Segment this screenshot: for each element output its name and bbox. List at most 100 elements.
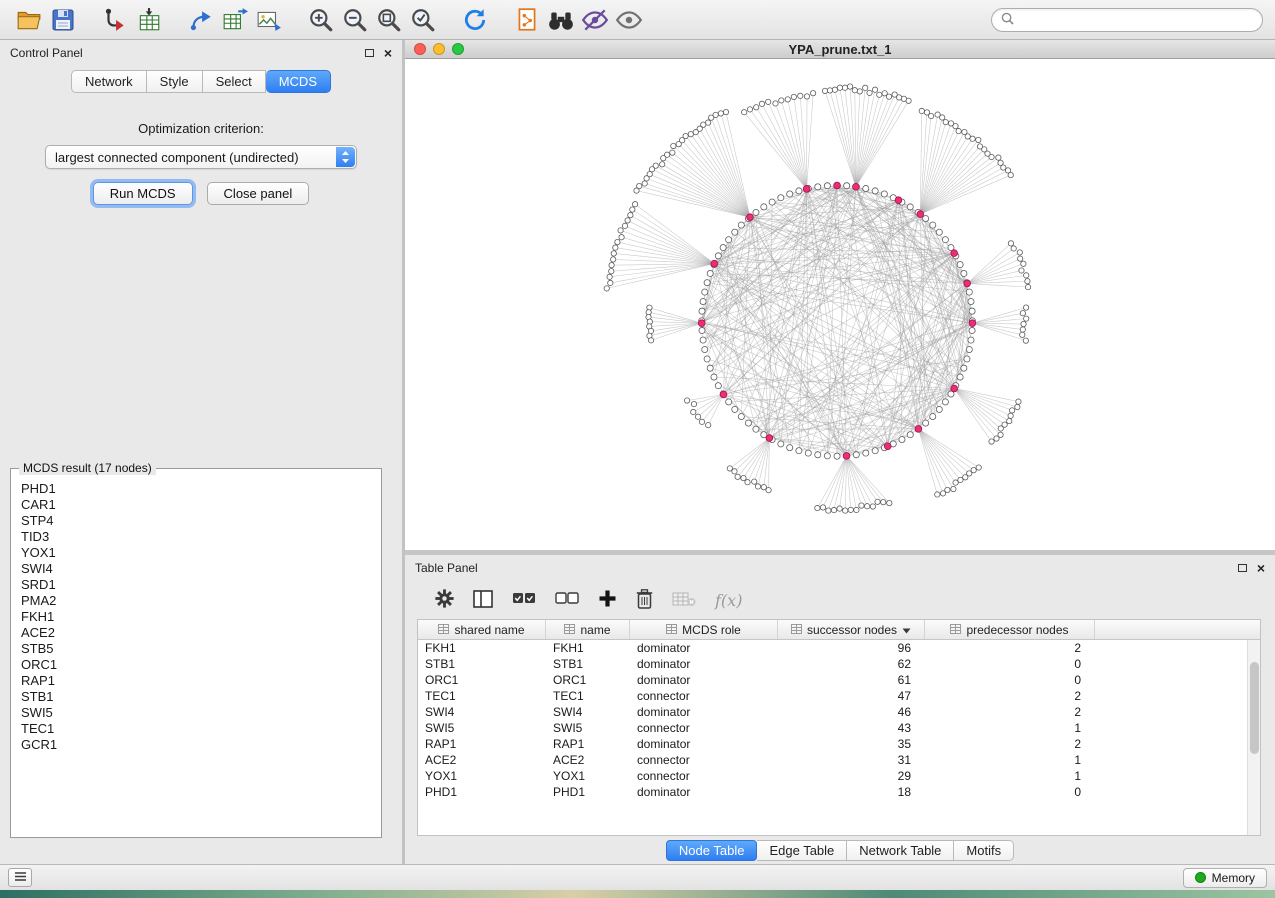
table-cell: connector bbox=[630, 769, 778, 783]
tab-network-table[interactable]: Network Table bbox=[847, 840, 954, 861]
mcds-result-item[interactable]: STB5 bbox=[21, 641, 377, 657]
scrollbar-thumb[interactable] bbox=[1250, 662, 1259, 754]
tab-motifs[interactable]: Motifs bbox=[954, 840, 1014, 861]
table-row[interactable]: PHD1PHD1dominator180 bbox=[418, 784, 1260, 800]
optimization-criterion-select[interactable]: largest connected component (undirected) bbox=[45, 145, 357, 169]
minimize-window-button[interactable] bbox=[433, 43, 445, 55]
column-header-MCDS-role[interactable]: MCDS role bbox=[630, 620, 778, 639]
show-panels-button[interactable] bbox=[8, 868, 32, 887]
float-table-panel-icon[interactable] bbox=[1238, 564, 1247, 572]
mcds-result-item[interactable]: GCR1 bbox=[21, 737, 377, 753]
mcds-result-item[interactable]: ACE2 bbox=[21, 625, 377, 641]
export-table-button[interactable] bbox=[218, 5, 252, 35]
table-row[interactable]: STB1STB1dominator620 bbox=[418, 656, 1260, 672]
show-all-button[interactable] bbox=[612, 5, 646, 35]
table-cell: dominator bbox=[630, 785, 778, 799]
selected-criterion-value: largest connected component (undirected) bbox=[55, 150, 299, 165]
function-builder-button[interactable]: f(x) bbox=[715, 591, 742, 610]
open-file-button[interactable] bbox=[12, 5, 46, 35]
mcds-result-item[interactable]: SRD1 bbox=[21, 577, 377, 593]
show-column-panel-button[interactable] bbox=[473, 590, 493, 611]
search-input[interactable] bbox=[1020, 13, 1253, 27]
create-column-button[interactable] bbox=[598, 589, 617, 611]
close-panel-icon[interactable]: × bbox=[384, 48, 392, 58]
hide-selected-button[interactable] bbox=[578, 5, 612, 35]
mcds-result-item[interactable]: FKH1 bbox=[21, 609, 377, 625]
memory-button[interactable]: Memory bbox=[1183, 868, 1267, 888]
export-image-button[interactable] bbox=[252, 5, 286, 35]
zoom-window-button[interactable] bbox=[452, 43, 464, 55]
table-row[interactable]: ORC1ORC1dominator610 bbox=[418, 672, 1260, 688]
select-all-rows-button[interactable] bbox=[512, 591, 536, 609]
tab-edge-table[interactable]: Edge Table bbox=[757, 840, 847, 861]
mcds-result-box: MCDS result (17 nodes) PHD1CAR1STP4TID3Y… bbox=[10, 468, 382, 838]
close-panel-button[interactable]: Close panel bbox=[207, 182, 310, 205]
tab-node-table[interactable]: Node Table bbox=[666, 840, 758, 861]
tab-style[interactable]: Style bbox=[147, 70, 203, 93]
table-row[interactable]: TEC1TEC1connector472 bbox=[418, 688, 1260, 704]
column-header-successor-nodes[interactable]: successor nodes bbox=[778, 620, 925, 639]
export-network-button[interactable] bbox=[184, 5, 218, 35]
network-canvas[interactable] bbox=[405, 59, 1275, 550]
mcds-result-item[interactable]: TID3 bbox=[21, 529, 377, 545]
table-cell: 47 bbox=[778, 689, 925, 703]
delete-table-button[interactable] bbox=[672, 591, 696, 610]
mcds-result-item[interactable]: STP4 bbox=[21, 513, 377, 529]
table-row[interactable]: SWI4SWI4dominator462 bbox=[418, 704, 1260, 720]
mcds-result-item[interactable]: SWI5 bbox=[21, 705, 377, 721]
column-header-name[interactable]: name bbox=[546, 620, 630, 639]
deselect-all-rows-button[interactable] bbox=[555, 591, 579, 609]
mcds-result-item[interactable]: STB1 bbox=[21, 689, 377, 705]
table-row[interactable]: ACE2ACE2connector311 bbox=[418, 752, 1260, 768]
mcds-result-item[interactable]: TEC1 bbox=[21, 721, 377, 737]
close-table-panel-icon[interactable]: × bbox=[1257, 563, 1265, 573]
network-graph[interactable] bbox=[405, 59, 1275, 550]
table-row[interactable]: SWI5SWI5connector431 bbox=[418, 720, 1260, 736]
eye-icon bbox=[615, 8, 643, 32]
mcds-result-item[interactable]: RAP1 bbox=[21, 673, 377, 689]
zoom-fit-icon bbox=[376, 7, 402, 33]
delete-column-button[interactable] bbox=[636, 589, 653, 612]
mcds-result-item[interactable]: ORC1 bbox=[21, 657, 377, 673]
close-window-button[interactable] bbox=[414, 43, 426, 55]
table-row[interactable]: FKH1FKH1dominator962 bbox=[418, 640, 1260, 656]
column-menu-icon bbox=[950, 623, 961, 637]
column-header-predecessor-nodes[interactable]: predecessor nodes bbox=[925, 620, 1095, 639]
refresh-layout-button[interactable] bbox=[458, 5, 492, 35]
tab-select[interactable]: Select bbox=[203, 70, 266, 93]
mcds-result-item[interactable]: PMA2 bbox=[21, 593, 377, 609]
zoom-fit-button[interactable] bbox=[372, 5, 406, 35]
application-window: Control Panel × NetworkStyleSelectMCDS O… bbox=[0, 0, 1275, 890]
search-network-button[interactable] bbox=[544, 5, 578, 35]
search-box[interactable] bbox=[991, 8, 1263, 32]
table-cell: dominator bbox=[630, 657, 778, 671]
mcds-result-item[interactable]: PHD1 bbox=[21, 481, 377, 497]
run-mcds-button[interactable]: Run MCDS bbox=[93, 182, 193, 205]
mcds-result-item[interactable]: SWI4 bbox=[21, 561, 377, 577]
copy-network-button[interactable] bbox=[510, 5, 544, 35]
table-cell: STB1 bbox=[418, 657, 546, 671]
zoom-out-button[interactable] bbox=[338, 5, 372, 35]
table-cell: dominator bbox=[630, 641, 778, 655]
tab-network[interactable]: Network bbox=[71, 70, 147, 93]
memory-label: Memory bbox=[1212, 871, 1255, 885]
tab-mcds[interactable]: MCDS bbox=[266, 70, 331, 93]
table-row[interactable]: RAP1RAP1dominator352 bbox=[418, 736, 1260, 752]
mcds-result-item[interactable]: CAR1 bbox=[21, 497, 377, 513]
save-session-button[interactable] bbox=[46, 5, 80, 35]
column-header-shared-name[interactable]: shared name bbox=[418, 620, 546, 639]
mcds-result-item[interactable]: YOX1 bbox=[21, 545, 377, 561]
network-window-titlebar[interactable]: YPA_prune.txt_1 bbox=[405, 40, 1275, 59]
column-header-label: MCDS role bbox=[682, 623, 741, 637]
float-panel-icon[interactable] bbox=[365, 49, 374, 57]
zoom-in-button[interactable] bbox=[304, 5, 338, 35]
table-row[interactable]: YOX1YOX1connector291 bbox=[418, 768, 1260, 784]
table-cell: FKH1 bbox=[546, 641, 630, 655]
import-network-button[interactable] bbox=[98, 5, 132, 35]
zoom-selected-button[interactable] bbox=[406, 5, 440, 35]
table-scrollbar[interactable] bbox=[1247, 640, 1260, 835]
table-panel-header: Table Panel × bbox=[405, 555, 1275, 581]
import-table-button[interactable] bbox=[132, 5, 166, 35]
table-settings-button[interactable] bbox=[435, 589, 454, 611]
table-cell: SWI4 bbox=[546, 705, 630, 719]
